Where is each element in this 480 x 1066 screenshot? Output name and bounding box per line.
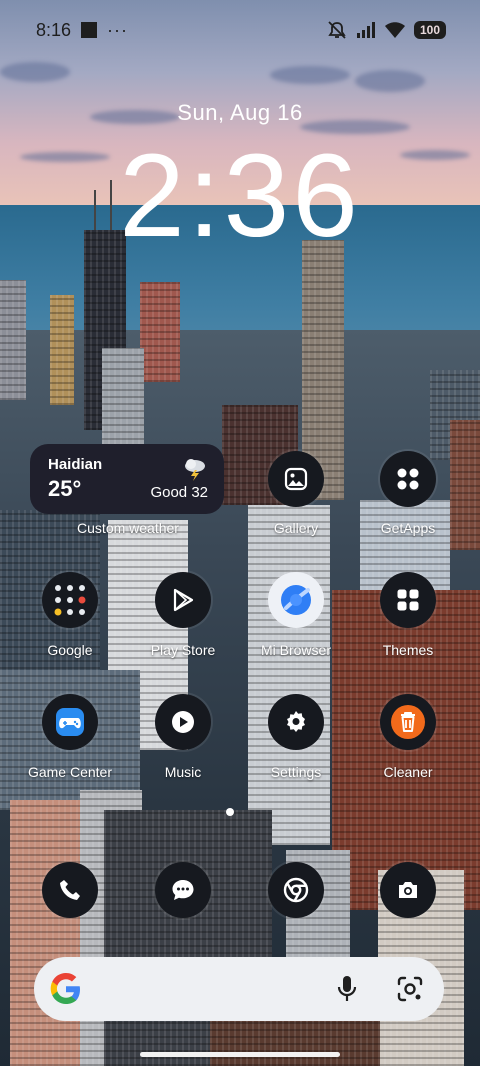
dock-phone[interactable] xyxy=(42,862,98,918)
grid-icon xyxy=(397,589,419,611)
wallpaper-cloud xyxy=(355,70,425,92)
dock-chrome[interactable] xyxy=(268,862,324,918)
gallery-icon xyxy=(284,467,308,491)
app-cleaner[interactable] xyxy=(380,694,436,750)
google-g-icon xyxy=(50,973,80,1004)
weather-widget-label: Custom weather xyxy=(77,520,179,536)
signal-icon xyxy=(356,22,375,38)
gamepad-icon xyxy=(56,708,84,736)
app-getapps[interactable] xyxy=(380,451,436,507)
battery-indicator: 100 xyxy=(413,21,446,39)
app-label-themes: Themes xyxy=(382,642,434,658)
status-bar: 8:16 ··· 100 xyxy=(0,0,480,60)
wallpaper-building xyxy=(10,800,80,1066)
app-label-cleaner: Cleaner xyxy=(383,764,433,780)
trash-icon xyxy=(391,705,425,739)
wallpaper-building xyxy=(0,280,26,400)
app-label-getapps: GetApps xyxy=(380,520,436,536)
more-notifications-icon: ··· xyxy=(107,19,129,40)
gesture-navigation-handle[interactable] xyxy=(140,1052,340,1057)
phone-icon xyxy=(60,880,80,900)
thunderstorm-icon xyxy=(185,459,205,481)
app-label-settings: Settings xyxy=(270,764,322,780)
wifi-icon xyxy=(384,22,405,38)
mute-icon xyxy=(328,21,346,39)
messages-icon xyxy=(172,880,194,900)
app-play-store[interactable] xyxy=(155,572,211,628)
weather-widget[interactable]: Haidian 25° Good 32 xyxy=(30,444,224,514)
grid-icon xyxy=(397,468,419,490)
app-label-mi-browser: Mi Browser xyxy=(260,642,331,658)
wallpaper-building xyxy=(248,505,330,845)
camera-icon xyxy=(399,882,417,898)
clock: 2:36 xyxy=(119,130,361,262)
app-music[interactable] xyxy=(155,694,211,750)
mic-icon[interactable] xyxy=(336,974,358,1004)
weather-air-quality: Good 32 xyxy=(150,484,208,501)
app-settings[interactable] xyxy=(268,694,324,750)
folder-icon xyxy=(54,585,86,616)
gear-icon xyxy=(287,711,305,732)
app-label-gallery: Gallery xyxy=(273,520,319,536)
google-search-bar[interactable] xyxy=(34,957,444,1021)
wallpaper-cloud xyxy=(0,62,70,82)
app-label-play-store: Play Store xyxy=(150,642,216,658)
app-mi-browser[interactable] xyxy=(268,572,324,628)
date-label: Sun, Aug 16 xyxy=(177,100,303,125)
play-circle-icon xyxy=(172,711,194,733)
notification-app-icon xyxy=(81,22,98,38)
app-label-google: Google xyxy=(47,642,93,658)
wallpaper-cloud xyxy=(270,66,350,84)
page-indicator xyxy=(226,808,234,816)
app-label-music: Music xyxy=(164,764,202,780)
app-label-game-center: Game Center xyxy=(27,764,113,780)
app-themes[interactable] xyxy=(380,572,436,628)
dock-camera[interactable] xyxy=(380,862,436,918)
status-time: 8:16 xyxy=(36,19,72,40)
dock-messages[interactable] xyxy=(155,862,211,918)
play-store-icon xyxy=(173,588,194,612)
wallpaper-building xyxy=(140,282,180,382)
wallpaper-building xyxy=(50,295,74,405)
app-gallery[interactable] xyxy=(268,451,324,507)
browser-icon xyxy=(281,585,311,615)
lens-icon[interactable] xyxy=(396,975,424,1003)
weather-temperature: 25° xyxy=(48,476,82,501)
app-google-folder[interactable] xyxy=(42,572,98,628)
app-game-center[interactable] xyxy=(42,694,98,750)
chrome-icon xyxy=(283,877,309,903)
